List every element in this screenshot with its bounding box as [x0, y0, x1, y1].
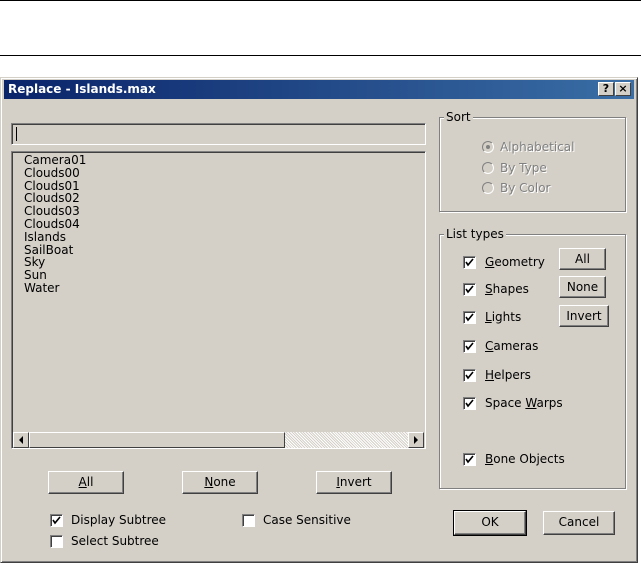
checkmark-icon: [465, 342, 474, 351]
display-subtree-checkbox[interactable]: [50, 514, 63, 527]
checkmark-icon: [465, 258, 474, 267]
list-types-all-button[interactable]: All: [559, 248, 606, 270]
bone-objects-checkbox[interactable]: [463, 453, 476, 466]
checkmark-icon: [52, 516, 61, 525]
case-sensitive-checkbox[interactable]: [242, 514, 255, 527]
lights-label: Lights: [485, 310, 522, 324]
helpers-checkbox[interactable]: [463, 369, 476, 382]
arrow-right-icon: [414, 436, 418, 444]
list-item[interactable]: SailBoat: [12, 243, 423, 257]
by-color-radio[interactable]: [482, 182, 494, 194]
horizontal-scrollbar[interactable]: [13, 432, 424, 448]
list-types-legend: List types: [444, 227, 506, 241]
lights-checkbox[interactable]: [463, 311, 476, 324]
checkmark-icon: [465, 313, 474, 322]
replace-dialog: Replace - Islands.max ? × Camera01 Clouds…: [0, 77, 638, 563]
scroll-left-button[interactable]: [13, 432, 29, 448]
title-bar[interactable]: Replace - Islands.max ? ×: [4, 80, 634, 99]
cameras-label: Cameras: [485, 339, 539, 353]
list-types-none-button[interactable]: None: [559, 276, 606, 298]
select-subtree-label: Select Subtree: [71, 534, 159, 548]
help-button[interactable]: ?: [598, 82, 614, 96]
arrow-left-icon: [19, 436, 23, 444]
list-item[interactable]: Clouds04: [12, 218, 423, 231]
ok-button[interactable]: OK: [453, 510, 527, 536]
checkmark-icon: [465, 399, 474, 408]
list-types-invert-button[interactable]: Invert: [559, 305, 609, 327]
checkmark-icon: [465, 455, 474, 464]
object-list[interactable]: Camera01 Clouds00 Clouds01 Clouds02 Clouds03…: [11, 151, 426, 449]
cancel-button[interactable]: Cancel: [543, 511, 615, 535]
space-warps-label: Space Warps: [485, 396, 563, 410]
window-title: Replace - Islands.max: [8, 82, 156, 96]
separator-rule: [0, 55, 641, 56]
list-item[interactable]: Sun: [12, 269, 423, 282]
space-warps-checkbox[interactable]: [463, 397, 476, 410]
select-all-button[interactable]: All: [48, 471, 124, 494]
shapes-label: Shapes: [485, 282, 529, 296]
list-types-group: [439, 234, 626, 489]
select-none-button[interactable]: None: [182, 471, 258, 494]
filter-input[interactable]: [11, 123, 426, 145]
sort-legend: Sort: [444, 110, 473, 124]
alphabetical-label: Alphabetical: [500, 140, 575, 154]
list-item[interactable]: Camera01: [12, 154, 423, 167]
list-item[interactable]: Sky: [12, 256, 423, 269]
helpers-label: Helpers: [485, 368, 531, 382]
display-subtree-label: Display Subtree: [71, 513, 167, 527]
checkmark-icon: [465, 285, 474, 294]
case-sensitive-label: Case Sensitive: [263, 513, 351, 527]
cameras-checkbox[interactable]: [463, 340, 476, 353]
scroll-right-button[interactable]: [408, 432, 424, 448]
list-item[interactable]: Islands: [12, 230, 423, 244]
bone-objects-label: Bone Objects: [485, 452, 565, 466]
alphabetical-radio[interactable]: [482, 141, 494, 153]
radio-dot-icon: [486, 145, 490, 149]
close-button[interactable]: ×: [615, 82, 631, 96]
text-caret: [16, 127, 17, 141]
list-item[interactable]: Water: [12, 282, 423, 295]
top-rule: [0, 0, 641, 1]
by-type-label: By Type: [500, 161, 547, 175]
object-list-items: Camera01 Clouds00 Clouds01 Clouds02 Clouds03…: [12, 154, 423, 295]
select-subtree-checkbox[interactable]: [50, 535, 63, 548]
shapes-checkbox[interactable]: [463, 283, 476, 296]
invert-selection-button[interactable]: Invert: [316, 471, 392, 494]
by-type-radio[interactable]: [482, 162, 494, 174]
by-color-label: By Color: [500, 181, 551, 195]
checkmark-icon: [465, 371, 474, 380]
list-item[interactable]: Clouds00: [12, 166, 423, 180]
geometry-label: Geometry: [485, 255, 545, 269]
scroll-thumb[interactable]: [29, 432, 285, 448]
geometry-checkbox[interactable]: [463, 256, 476, 269]
